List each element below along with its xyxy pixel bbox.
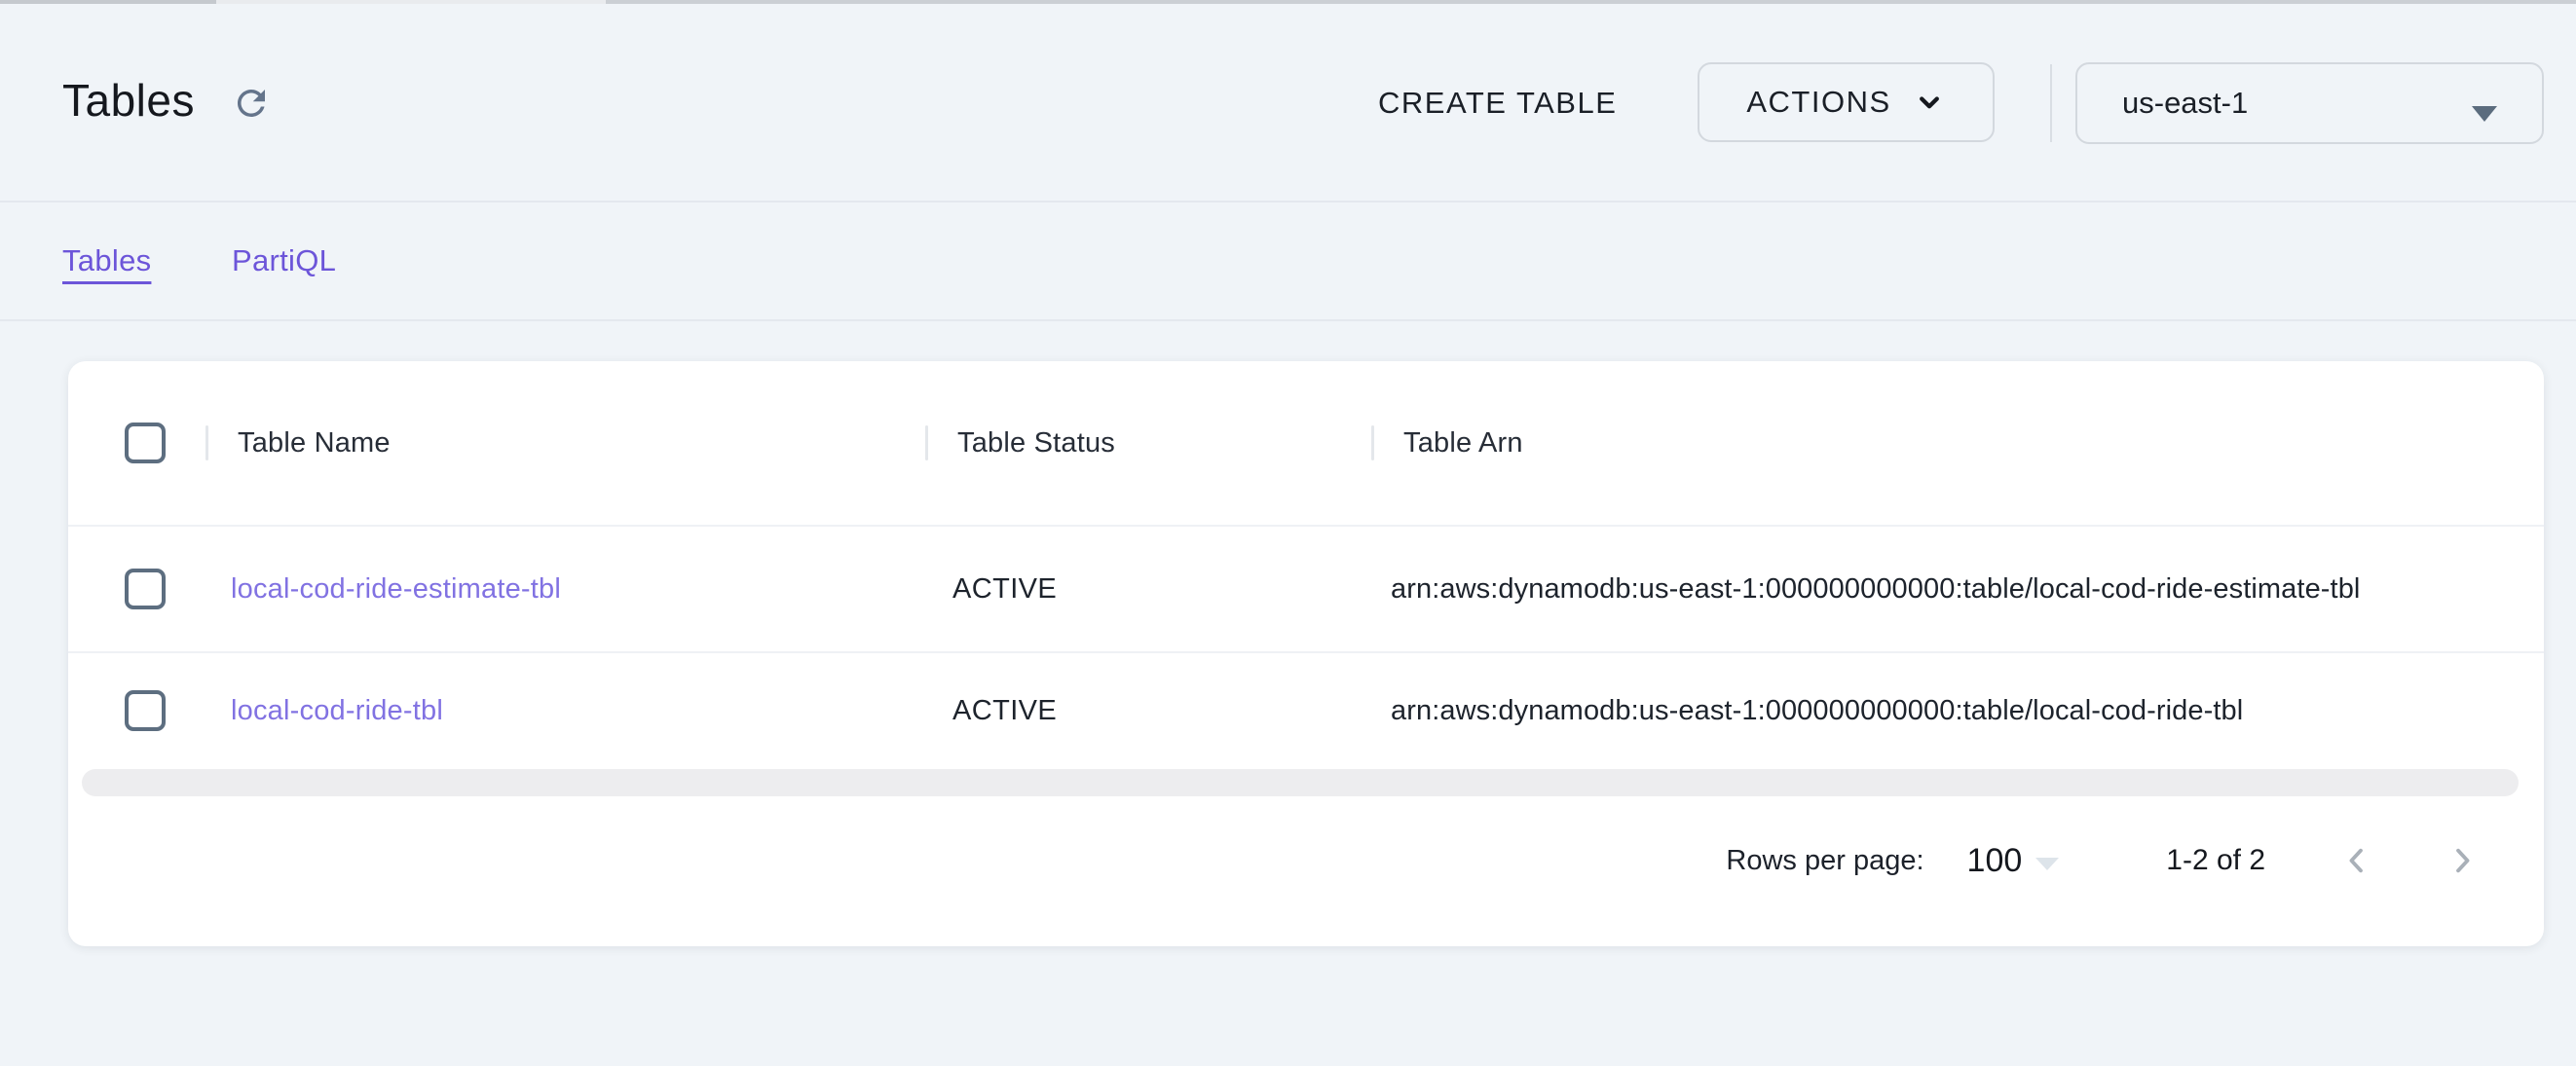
horizontal-scrollbar[interactable]	[82, 769, 2519, 796]
page-header: Tables CREATE TABLE ACTIONS us-east-1	[0, 4, 2576, 202]
pagination-range: 1-2 of 2	[2166, 844, 2265, 877]
chevron-right-icon	[2444, 842, 2481, 879]
create-table-button[interactable]: CREATE TABLE	[1366, 68, 1628, 138]
tab-partiql[interactable]: PartiQL	[232, 202, 336, 319]
pagination-bar: Rows per page: 100 1-2 of 2	[68, 824, 2544, 898]
table-status-value: ACTIVE	[952, 695, 1057, 727]
table-row: local-cod-ride-tbl ACTIVE arn:aws:dynamo…	[68, 653, 2544, 768]
column-separator	[925, 425, 928, 460]
tab-tables[interactable]: Tables	[62, 202, 151, 319]
row-checkbox[interactable]	[125, 569, 166, 609]
dropdown-arrow-icon	[2468, 96, 2501, 131]
table-status-value: ACTIVE	[952, 573, 1057, 606]
column-separator	[1371, 425, 1374, 460]
next-page-button[interactable]	[2441, 839, 2483, 882]
header-divider	[2050, 64, 2052, 142]
region-select-value: us-east-1	[2122, 86, 2248, 121]
table-arn-value: arn:aws:dynamodb:us-east-1:000000000000:…	[1391, 695, 2243, 727]
column-header-table-arn: Table Arn	[1403, 427, 1523, 459]
tables-page: Tables CREATE TABLE ACTIONS us-east-1	[0, 0, 2576, 1066]
refresh-button[interactable]	[226, 78, 277, 129]
chevron-left-icon	[2338, 842, 2375, 879]
table-arn-value: arn:aws:dynamodb:us-east-1:000000000000:…	[1391, 573, 2360, 606]
rows-per-page-value: 100	[1967, 842, 2023, 880]
actions-button[interactable]: ACTIONS	[1698, 62, 1995, 142]
previous-page-button[interactable]	[2335, 839, 2378, 882]
table-header-row: Table Name Table Status Table Arn	[68, 361, 2544, 525]
region-select[interactable]: us-east-1	[2075, 62, 2544, 144]
actions-button-label: ACTIONS	[1746, 85, 1890, 120]
refresh-icon	[231, 83, 272, 124]
chevron-down-icon	[1913, 86, 1946, 119]
column-separator	[205, 425, 208, 460]
rows-per-page-select[interactable]: 100	[1967, 842, 2060, 880]
column-header-table-status: Table Status	[957, 427, 1115, 459]
table-name-link[interactable]: local-cod-ride-tbl	[231, 695, 443, 727]
caret-down-icon	[2035, 858, 2059, 870]
table-row: local-cod-ride-estimate-tbl ACTIVE arn:a…	[68, 527, 2544, 651]
tab-bar: Tables PartiQL	[0, 202, 2576, 321]
rows-per-page-label: Rows per page:	[1726, 845, 1923, 877]
column-header-table-name: Table Name	[238, 427, 391, 459]
row-checkbox[interactable]	[125, 690, 166, 731]
table-name-link[interactable]: local-cod-ride-estimate-tbl	[231, 573, 561, 606]
page-title: Tables	[62, 74, 195, 127]
tables-card: Table Name Table Status Table Arn local-…	[68, 361, 2544, 946]
select-all-checkbox[interactable]	[125, 423, 166, 463]
